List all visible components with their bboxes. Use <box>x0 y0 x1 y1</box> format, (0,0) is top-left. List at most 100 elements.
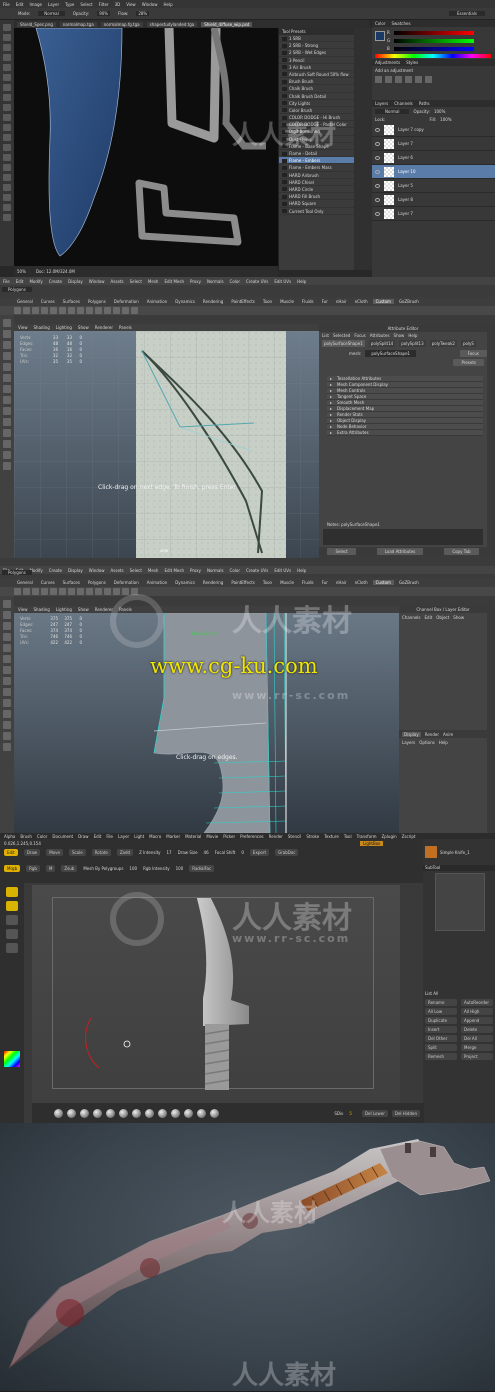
move-icon[interactable] <box>3 633 11 641</box>
maya2-panel-menu-renderer[interactable]: Renderer <box>95 607 113 612</box>
zbrush-radial-button[interactable]: RadialFac <box>189 865 215 872</box>
ae-notes-field[interactable] <box>323 529 483 545</box>
maya1-shelf-tool-icon[interactable] <box>95 307 102 314</box>
ps-preset-item[interactable]: Chalk Brush Detail <box>279 93 354 100</box>
ps-green-slider[interactable] <box>394 39 474 43</box>
maya1-menu-modify[interactable]: Modify <box>29 279 42 284</box>
ps-layer-row[interactable]: Layer 8 <box>372 193 495 207</box>
lasso-icon[interactable] <box>3 330 11 338</box>
zbrush-menu-light[interactable]: Light <box>134 834 144 839</box>
maya1-menu-edit-mesh[interactable]: Edit Mesh <box>164 279 184 284</box>
zbrush-autoreorder-button[interactable]: AutoReorder <box>461 999 493 1006</box>
zbrush-menu-movie[interactable]: Movie <box>206 834 218 839</box>
maya2-shelf-tab-dynamics[interactable]: Dynamics <box>172 580 198 585</box>
maya1-shelf-tab-curves[interactable]: Curves <box>38 299 58 304</box>
eye-icon[interactable] <box>375 141 380 146</box>
maya1-shelf-tab-ncloth[interactable]: nCloth <box>352 299 371 304</box>
eye-icon[interactable] <box>375 155 380 160</box>
zbrush-lightbox-button[interactable]: LightBox <box>360 841 384 846</box>
maya2-shelf-tool-icon[interactable] <box>86 588 93 595</box>
rotate-icon[interactable] <box>3 363 11 371</box>
marquee-tool-icon[interactable] <box>3 34 11 41</box>
ps-preset-item[interactable]: 2 SRB - Strong <box>279 42 354 50</box>
zbrush-menu-document[interactable]: Document <box>52 834 73 839</box>
ps-color-tab[interactable]: Color <box>375 20 385 27</box>
layer-editor-menu-options[interactable]: Options <box>419 740 434 745</box>
move-brush-icon[interactable] <box>67 1108 76 1118</box>
maya2-menu-display[interactable]: Display <box>68 568 83 573</box>
layer-editor-menu-layers[interactable]: Layers <box>402 740 415 745</box>
maya1-mode-select[interactable]: Polygons <box>2 287 32 292</box>
eye-icon[interactable] <box>375 127 380 132</box>
zbrush-subtool-header[interactable]: SubTool <box>423 865 495 871</box>
eyedropper-tool-icon[interactable] <box>3 74 11 81</box>
ps-preset-item[interactable]: Flame - Embers Mass <box>279 164 354 172</box>
maya1-shelf-tool-icon[interactable] <box>14 307 21 314</box>
zbrush-menu-picker[interactable]: Picker <box>223 834 235 839</box>
ps-zoom-level[interactable]: 50% <box>17 269 26 274</box>
zbrush-menu-macro[interactable]: Macro <box>149 834 161 839</box>
maya1-menu-create[interactable]: Create <box>49 279 62 284</box>
levels-icon[interactable] <box>385 76 392 83</box>
zbrush-del-hidden[interactable]: Del Hidden <box>391 1109 420 1117</box>
ps-preset-item[interactable]: HARD Airbrush <box>279 172 354 179</box>
zbrush-append-button[interactable]: Append <box>461 1017 493 1024</box>
zbrush-merge-button[interactable]: Merge <box>461 1044 493 1051</box>
ps-layer-blend-select[interactable]: Normal <box>375 108 410 114</box>
maya2-viewport[interactable] <box>14 612 399 833</box>
maya1-shelf-tab-fur[interactable]: Fur <box>319 299 331 304</box>
channel-box-menu-edit[interactable]: Edit <box>425 615 433 620</box>
ps-layer-fill[interactable]: 100% <box>440 117 451 122</box>
maya2-shelf-tab-toon[interactable]: Toon <box>260 580 275 585</box>
brush-tool-icon[interactable] <box>3 94 11 101</box>
inflat-brush-icon[interactable] <box>132 1108 141 1118</box>
maya1-shelf-tool-icon[interactable] <box>32 307 39 314</box>
maya1-panel-menu-show[interactable]: Show <box>78 325 89 330</box>
ps-preset-item[interactable]: HARD Square <box>279 200 354 208</box>
maya1-shelf-tool-icon[interactable] <box>122 307 129 314</box>
zbrush-all-high-button[interactable]: All High <box>461 1008 493 1015</box>
maya1-shelf-tool-icon[interactable] <box>104 307 111 314</box>
maya2-menu-assets[interactable]: Assets <box>111 568 124 573</box>
ps-opacity-value[interactable]: 90% <box>97 11 111 16</box>
maya2-shelf-tool-icon[interactable] <box>32 588 39 595</box>
ae-presets-button[interactable]: Presets <box>453 358 484 366</box>
maya2-shelf-tool-icon[interactable] <box>68 588 75 595</box>
ps-swatches-tab[interactable]: Swatches <box>391 20 410 27</box>
maya2-shelf-tool-icon[interactable] <box>113 588 120 595</box>
ps-preset-item[interactable]: Airbrush Soft Round 50% flow <box>279 71 354 79</box>
maya2-shelf-tool-icon[interactable] <box>104 588 111 595</box>
maya2-shelf-tab-custom[interactable]: Custom <box>372 580 394 585</box>
zbrush-menu-stencil[interactable]: Stencil <box>288 834 302 839</box>
maya2-shelf-tab-deformation[interactable]: Deformation <box>111 580 142 585</box>
zbrush-zadd-button[interactable]: Zadd <box>116 849 134 856</box>
alpha-icon[interactable] <box>6 915 18 925</box>
maya1-menu-proxy[interactable]: Proxy <box>190 279 201 284</box>
layout-side-icon[interactable] <box>3 429 11 437</box>
ps-menu-file[interactable]: File <box>3 2 10 7</box>
channel-box-menu-object[interactable]: Object <box>436 615 449 620</box>
ae-menu-focus[interactable]: Focus <box>354 333 365 338</box>
claybuildup-brush-icon[interactable] <box>145 1108 154 1118</box>
ps-blue-slider[interactable] <box>394 47 474 51</box>
zbrush-menu-preferences[interactable]: Preferences <box>240 834 264 839</box>
zbrush-menu-zplugin[interactable]: Zplugin <box>382 834 397 839</box>
maya1-menu-file[interactable]: File <box>3 279 10 284</box>
zbrush-menu-draw[interactable]: Draw <box>78 834 88 839</box>
maya2-panel-menu-lighting[interactable]: Lighting <box>56 607 72 612</box>
exposure-icon[interactable] <box>405 76 412 83</box>
ae-node-tab[interactable]: polyS <box>460 340 476 347</box>
pinch-brush-icon[interactable] <box>119 1108 128 1118</box>
maya2-shelf-tool-icon[interactable] <box>122 588 129 595</box>
ae-copy-tab-button[interactable]: Copy Tab <box>444 547 479 555</box>
maya1-shelf-tool-icon[interactable] <box>131 307 138 314</box>
ae-node-tab[interactable]: polySurfaceShape1 <box>322 340 365 347</box>
move-icon[interactable] <box>3 352 11 360</box>
maya1-shelf-tool-icon[interactable] <box>113 307 120 314</box>
ps-doc-tab[interactable]: normalmap.fg.tga <box>100 21 143 27</box>
healing-tool-icon[interactable] <box>3 84 11 91</box>
zbrush-sdiv-value[interactable]: 5 <box>349 1111 352 1116</box>
zbrush-m-button[interactable]: M <box>45 865 56 872</box>
zbrush-del-other-button[interactable]: Del Other <box>425 1035 457 1042</box>
manipulator-icon[interactable] <box>3 385 11 393</box>
